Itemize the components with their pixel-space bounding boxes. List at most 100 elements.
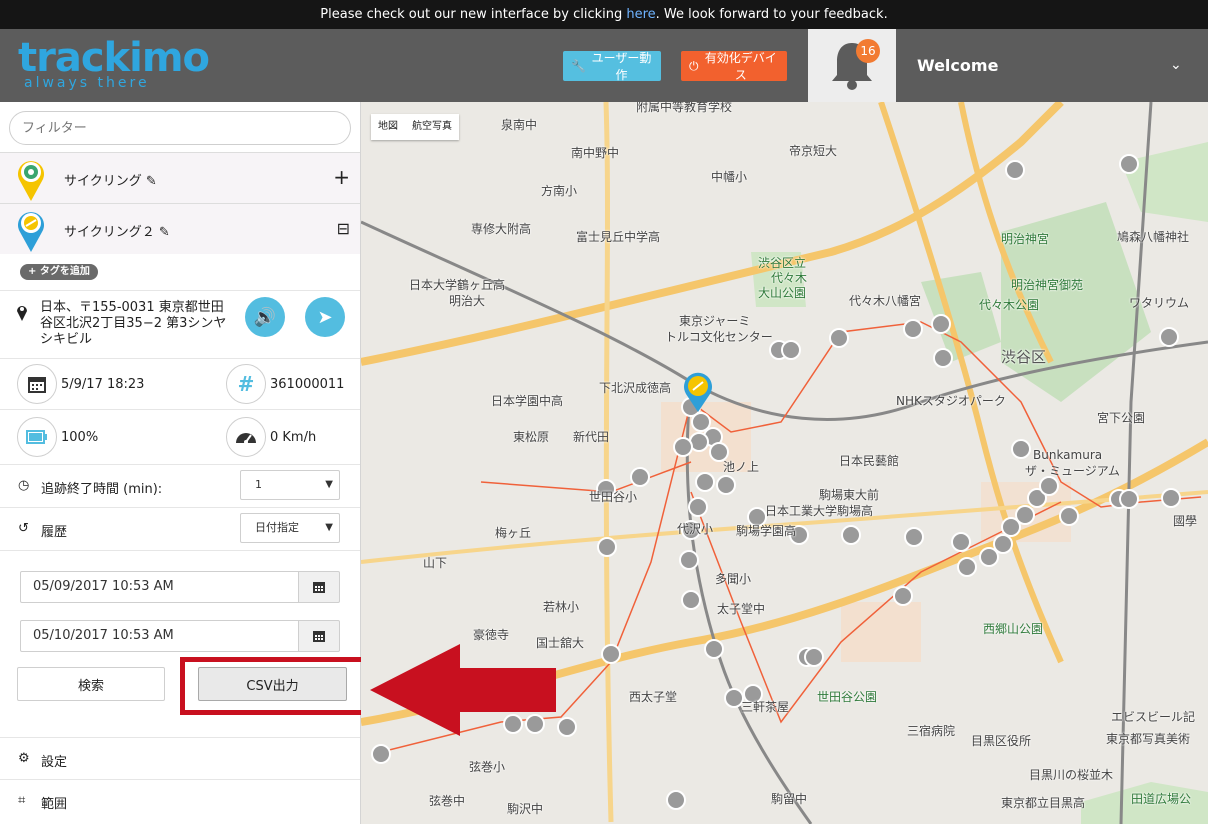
map-label: 駒場東大前 — [819, 488, 880, 502]
caret-down-icon: ▼ — [325, 479, 333, 490]
map-label: エビスビール記 — [1111, 710, 1196, 724]
tracking-end-value: 1 — [255, 478, 262, 491]
map-type-tab-satellite[interactable]: 航空写真 — [405, 114, 459, 140]
map-label: 方南小 — [541, 184, 578, 198]
user-actions-label: ユーザー動作 — [591, 51, 652, 82]
welcome-menu[interactable]: Welcome — [917, 56, 998, 75]
map-label: 宮下公園 — [1097, 411, 1146, 425]
device-pin-icon — [18, 161, 44, 201]
map-label: 弦巻中 — [429, 794, 466, 808]
map-label: 日本民藝館 — [839, 454, 900, 468]
map-marker-icon — [17, 306, 27, 321]
device-item-cycling[interactable]: サイクリング ✎ + — [0, 152, 360, 203]
map-label: 明治神宮 — [1001, 232, 1050, 246]
locate-button[interactable]: ➤ — [305, 297, 345, 337]
map-label: 山下 — [423, 556, 448, 570]
bell-icon — [832, 43, 872, 90]
collapse-device-button[interactable]: ⊟ — [337, 219, 350, 238]
map-label: 下北沢成徳高 — [599, 381, 672, 395]
device-id: 361000011 — [270, 377, 345, 392]
map-label: 中幡小 — [711, 170, 748, 184]
device-item-cycling-2[interactable]: サイクリング２ ✎ ⊟ — [0, 203, 360, 254]
logo-tagline: always there — [24, 75, 150, 91]
history-select[interactable]: 日付指定 ▼ — [240, 513, 340, 543]
map-label: 泉南中 — [501, 118, 538, 132]
map-label: 太子堂中 — [717, 602, 766, 616]
active-devices-button[interactable]: ⏻ 有効化デバイス — [681, 51, 787, 82]
calendar-icon — [17, 364, 57, 404]
device-name: サイクリング２ ✎ — [64, 225, 170, 240]
map-label: 東京都立目黒高 — [1001, 796, 1086, 810]
hash-icon: # — [226, 364, 266, 404]
csv-export-button[interactable]: CSV出力 — [198, 667, 347, 701]
map-label: 池ノ上 — [723, 460, 760, 474]
tracking-end-row: ◷ 追跡終了時間 (min): 1 ▼ — [0, 464, 360, 506]
map-label: 代沢小 — [677, 522, 714, 536]
location-arrow-icon: ➤ — [317, 306, 333, 327]
active-devices-label: 有効化デバイス — [704, 51, 777, 82]
crop-icon: ⌗ — [18, 793, 26, 808]
map-label: 新代田 — [573, 430, 610, 444]
map-label: 田道広場公 — [1131, 792, 1192, 806]
map-label: 弦巻小 — [469, 760, 506, 774]
expand-device-button[interactable]: + — [333, 165, 350, 189]
map-label: 西郷山公園 — [983, 622, 1044, 636]
tracking-end-select[interactable]: 1 ▼ — [240, 470, 340, 500]
add-tag-button[interactable]: + タグを追加 — [20, 264, 98, 280]
announcement-bar: Please check out our new interface by cl… — [0, 0, 1208, 29]
map-label: Bunkamura — [1033, 448, 1103, 462]
notification-badge: 16 — [856, 39, 880, 63]
date-from-input[interactable]: 05/09/2017 10:53 AM — [20, 571, 299, 603]
date-to-calendar-button[interactable] — [298, 620, 340, 652]
notifications-button[interactable] — [808, 29, 896, 102]
speed-value: 0 Km/h — [270, 430, 317, 445]
announcement-link[interactable]: here — [626, 7, 655, 22]
range-label: 範囲 — [41, 797, 68, 812]
map-label: 目黒区役所 — [971, 734, 1032, 748]
history-row: ↺ 履歴 日付指定 ▼ — [0, 507, 360, 549]
range-row[interactable]: ⌗ 範囲 — [0, 779, 360, 824]
map-label: 南中野中 — [571, 146, 620, 160]
history-icon: ↺ — [18, 521, 29, 536]
date-to-input[interactable]: 05/10/2017 10:53 AM — [20, 620, 299, 652]
info-row-date-id: 5/9/17 18:23 # 361000011 — [0, 358, 360, 409]
wrench-icon: 🔧 — [571, 59, 586, 73]
map-label: 駒場学園高 — [736, 524, 797, 538]
sound-button[interactable]: 🔊 — [245, 297, 285, 337]
tracking-end-label: 追跡終了時間 (min): — [41, 482, 163, 497]
search-button[interactable]: 検索 — [17, 667, 165, 701]
power-icon: ⏻ — [689, 58, 699, 73]
user-actions-button[interactable]: 🔧 ユーザー動作 — [563, 51, 661, 82]
map-label: 専修大附高 — [471, 222, 532, 236]
speaker-icon: 🔊 — [253, 306, 277, 327]
map-type-tab-map[interactable]: 地図 — [371, 114, 405, 140]
map-label: 日本学園中高 — [491, 394, 564, 408]
map-label: ザ・ミュージアム — [1025, 464, 1120, 478]
map-label: 梅ヶ丘 — [495, 526, 532, 540]
info-row-battery-speed: 100% 0 Km/h — [0, 409, 360, 463]
announcement-text: Please check out our new interface by cl… — [320, 7, 627, 22]
map-label: 世田谷公園 — [817, 690, 878, 704]
filter-input[interactable] — [9, 111, 351, 145]
history-value: 日付指定 — [255, 521, 299, 534]
announcement-text-end: . We look forward to your feedback. — [655, 7, 888, 22]
device-address: 日本、〒155-0031 東京都世田谷区北沢2丁目35−2 第3シンヤシキビル — [40, 300, 227, 347]
map-label: 豪徳寺 — [473, 628, 510, 642]
map-label: 西太子堂 — [629, 690, 678, 704]
battery-icon — [17, 417, 57, 457]
chevron-down-icon[interactable]: ⌄ — [1170, 57, 1182, 73]
map-label: 附属中等教育学校 — [636, 102, 733, 114]
settings-row[interactable]: ⚙ 設定 — [0, 737, 360, 779]
map-label: 世田谷小 — [589, 490, 638, 504]
map-label: トルコ文化センター — [665, 330, 773, 344]
trackimo-logo[interactable]: trackimo always there — [18, 35, 218, 91]
date-from-calendar-button[interactable] — [298, 571, 340, 603]
map-label: 渋谷区 — [1001, 348, 1047, 366]
map-label: NHKスタジオパーク — [896, 394, 1006, 408]
map-label: 富士見丘中学高 — [576, 230, 661, 244]
map-label: 駒留中 — [771, 792, 808, 806]
map-label: 大山公園 — [758, 286, 807, 300]
map-label: 多聞小 — [715, 572, 752, 586]
map-label: ワタリウム — [1129, 296, 1190, 310]
clock-icon: ◷ — [18, 478, 30, 493]
